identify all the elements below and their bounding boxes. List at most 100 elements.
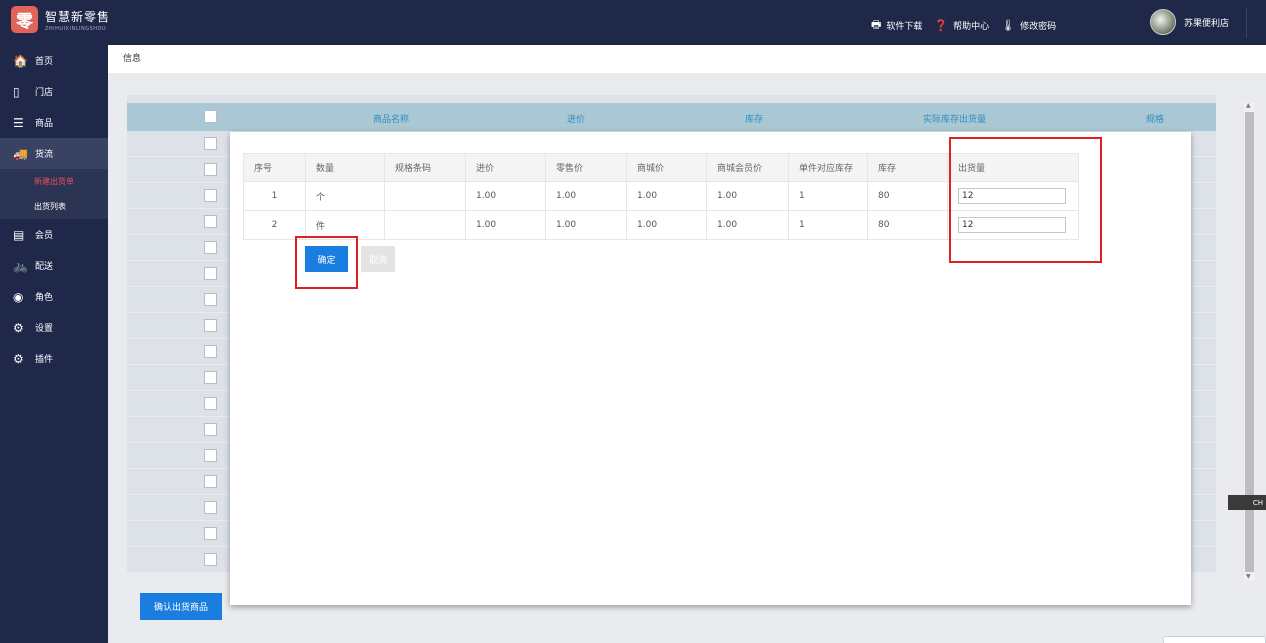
row-checkbox[interactable] [204,189,217,202]
scroll-up-icon[interactable]: ▲ [1246,102,1251,109]
software-download-label: 软件下载 [886,22,923,32]
table-top-strip [127,95,1216,103]
row-checkbox[interactable] [204,241,217,254]
sidebar-item-label: 货流 [35,150,54,160]
logo[interactable]: 零 智慧新零售 ZHIHUIXINLINGSHOU [11,6,110,33]
list-icon: ☰ [13,115,24,130]
sidebar: 🏠 首页 ▯ 门店 ☰ 商品 🚚 货流 新建出货单 出货列表 ▤ 会员 🚲 配送… [0,45,108,643]
user-name: 苏果便利店 [1184,18,1230,29]
sidebar-item-label: 插件 [35,355,54,365]
user-menu[interactable]: 苏果便利店 [1150,9,1229,35]
col-actual-stock-qty: 实际库存出货量 [923,115,987,125]
row-checkbox[interactable] [204,137,217,150]
help-center-link[interactable]: ❓ 帮助中心 [934,19,989,32]
row-mall-price: 1.00 [626,181,707,211]
floating-panel-edge [1163,636,1266,643]
plugin-icon: ⚙ [13,351,24,366]
row-stock: 80 [867,210,948,240]
sidebar-item-plugins[interactable]: ⚙ 插件 [0,343,108,374]
change-password-link[interactable]: 🌡 修改密码 [1001,19,1056,32]
col-cost-price: 进价 [567,115,586,125]
logo-subtitle: ZHIHUIXINLINGSHOU [45,25,107,32]
row-per-unit-stock: 1 [788,181,868,211]
sidebar-item-store[interactable]: ▯ 门店 [0,76,108,107]
row-barcode [384,210,466,240]
sidebar-item-member[interactable]: ▤ 会员 [0,219,108,250]
sidebar-item-role[interactable]: ◉ 角色 [0,281,108,312]
col-goods-name: 商品名称 [373,115,410,125]
store-icon: ▯ [13,84,20,99]
avatar [1150,9,1176,35]
row-checkbox[interactable] [204,553,217,566]
row-checkbox[interactable] [204,319,217,332]
col-stock: 库存 [745,115,764,125]
select-all-checkbox[interactable] [204,110,217,123]
top-bar: 零 智慧新零售 ZHIHUIXINLINGSHOU 🖶 软件下载 ❓ 帮助中心 … [0,0,1266,45]
row-checkbox[interactable] [204,423,217,436]
gear-icon: ⚙ [13,320,24,335]
logo-title: 智慧新零售 [45,9,111,24]
sidebar-item-goods[interactable]: ☰ 商品 [0,107,108,138]
col-member-price: 商城会员价 [706,153,789,182]
row-checkbox[interactable] [204,215,217,228]
sidebar-item-label: 门店 [35,88,54,98]
row-retail: 1.00 [545,210,627,240]
col-per-unit-stock: 单件对应库存 [788,153,868,182]
sidebar-item-label: 角色 [35,293,54,303]
user-circle-icon: ◉ [13,289,24,304]
printer-icon: 🖶 [871,18,882,31]
software-download-link[interactable]: 🖶 软件下载 [871,16,922,35]
row-cost: 1.00 [465,210,546,240]
row-checkbox[interactable] [204,449,217,462]
row-checkbox[interactable] [204,527,217,540]
col-stock: 库存 [867,153,948,182]
row-checkbox[interactable] [204,397,217,410]
row-checkbox[interactable] [204,501,217,514]
row-retail: 1.00 [545,181,627,211]
breadcrumb: 信息 [108,45,1266,73]
change-password-label: 修改密码 [1020,22,1057,32]
scroll-down-icon[interactable]: ▼ [1246,573,1251,580]
row-mall-price: 1.00 [626,210,707,240]
home-icon: 🏠 [13,53,28,68]
row-checkbox[interactable] [204,163,217,176]
thermometer-icon: 🌡 [1001,19,1016,32]
sidebar-item-label: 设置 [35,324,54,334]
highlight-ship-qty [949,137,1102,263]
divider [1246,8,1247,38]
sidebar-item-label: 首页 [35,57,54,67]
col-no: 序号 [243,153,306,182]
sidebar-subitem-shipment-list[interactable]: 出货列表 [0,194,108,219]
col-mall-price: 商城价 [626,153,707,182]
confirm-shipment-button[interactable]: 确认出货商品 [140,593,222,620]
row-member-price: 1.00 [706,210,789,240]
row-per-unit-stock: 1 [788,210,868,240]
row-checkbox[interactable] [204,475,217,488]
row-checkbox[interactable] [204,371,217,384]
sidebar-item-home[interactable]: 🏠 首页 [0,45,108,76]
row-checkbox[interactable] [204,267,217,280]
bike-icon: 🚲 [13,258,28,273]
row-checkbox[interactable] [204,345,217,358]
row-cost: 1.00 [465,181,546,211]
col-quantity-unit: 数量 [305,153,385,182]
col-spec: 规格 [1146,115,1165,125]
sidebar-item-logistics[interactable]: 🚚 货流 [0,138,108,169]
sidebar-item-label: 商品 [35,119,54,129]
row-stock: 80 [867,181,948,211]
row-checkbox[interactable] [204,293,217,306]
sidebar-item-delivery[interactable]: 🚲 配送 [0,250,108,281]
help-icon: ❓ [934,19,949,32]
help-center-label: 帮助中心 [953,22,990,32]
row-unit: 个 [305,181,385,211]
col-cost: 进价 [465,153,546,182]
sidebar-item-label: 会员 [35,231,54,241]
sidebar-item-settings[interactable]: ⚙ 设置 [0,312,108,343]
cancel-button[interactable]: 取消 [361,246,395,272]
sidebar-subitem-new-shipment[interactable]: 新建出货单 [0,169,108,194]
col-barcode: 规格条码 [384,153,466,182]
input-method-widget[interactable]: CH [1228,495,1266,510]
row-barcode [384,181,466,211]
highlight-confirm [295,236,358,289]
row-no: 1 [243,181,306,211]
